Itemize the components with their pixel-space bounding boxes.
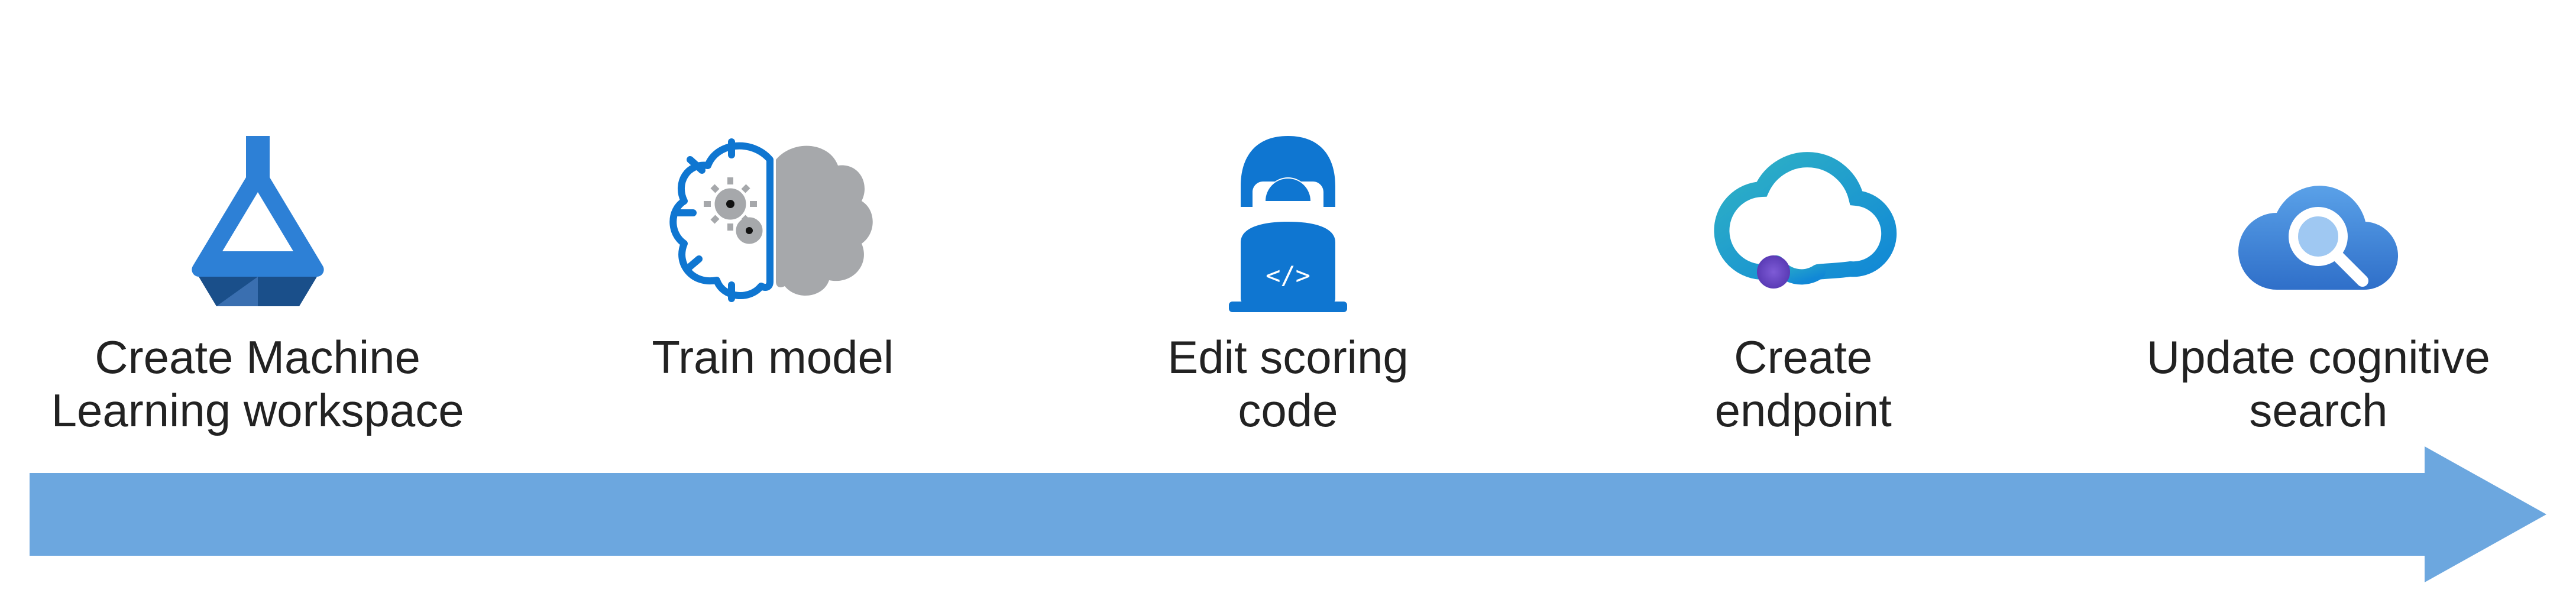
step-label: Update cognitivesearch [2147, 331, 2490, 449]
step-create-endpoint: Createendpoint [1546, 0, 2061, 449]
azure-ml-icon [181, 136, 335, 313]
arrow-head-icon [2425, 446, 2546, 582]
cloud-search-icon [2224, 160, 2413, 313]
step-train-model: Train model [515, 0, 1030, 449]
cloud-endpoint-icon [1708, 148, 1898, 313]
steps-row: Create MachineLearning workspace [0, 0, 2576, 449]
svg-text:</>: </> [1266, 261, 1310, 290]
arrow-body [30, 473, 2425, 556]
step-edit-scoring-code: </> Edit scoringcode [1030, 0, 1545, 449]
timeline-arrow [30, 446, 2546, 582]
brain-gears-icon [666, 136, 879, 313]
step-label: Create MachineLearning workspace [51, 331, 464, 449]
step-label: Createendpoint [1715, 331, 1892, 449]
step-create-ml-workspace: Create MachineLearning workspace [0, 0, 515, 449]
step-label: Train model [652, 331, 894, 449]
developer-icon: </> [1199, 130, 1377, 313]
step-update-cognitive-search: Update cognitivesearch [2061, 0, 2576, 449]
process-arrow-diagram: Create MachineLearning workspace [0, 0, 2576, 606]
step-label: Edit scoringcode [1167, 331, 1409, 449]
